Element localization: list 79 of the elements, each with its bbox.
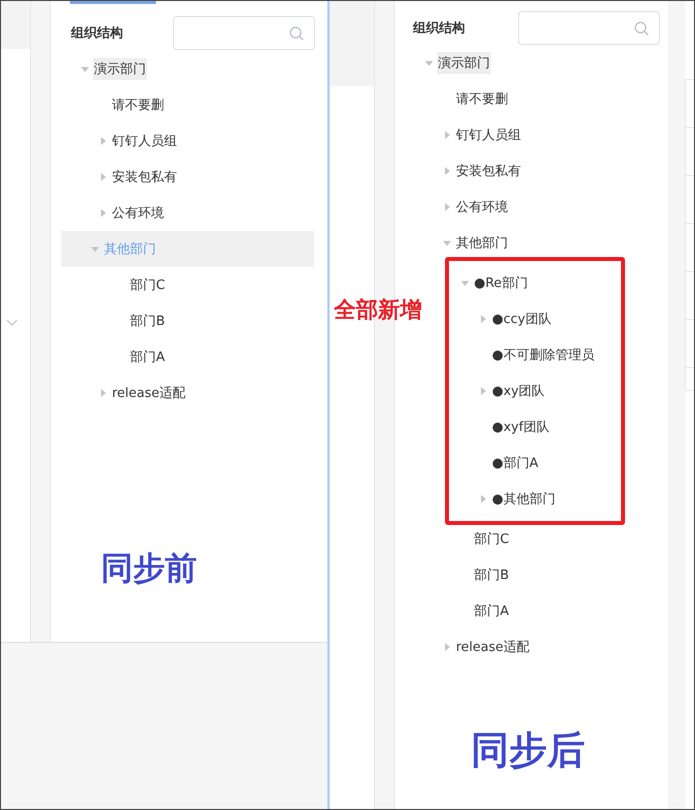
tree-node-label: 部门A bbox=[129, 349, 166, 367]
tree-node-label: 公有环境 bbox=[455, 199, 509, 217]
tree-row[interactable]: 请不要删 bbox=[395, 81, 668, 117]
tree-node-label: 钉钉人员组 bbox=[455, 127, 522, 145]
tree-row[interactable]: 部门C bbox=[51, 267, 327, 303]
tree-row[interactable]: 部门B bbox=[395, 557, 668, 593]
tree-node-label: 演示部门 bbox=[437, 52, 491, 74]
tree-row[interactable]: 部门A bbox=[395, 593, 668, 629]
caret-right-icon[interactable] bbox=[99, 137, 107, 145]
caret-right-icon[interactable] bbox=[443, 643, 451, 651]
caret-right-icon[interactable] bbox=[443, 203, 451, 211]
tree-node-label: 其他部门 bbox=[103, 241, 157, 259]
chevron-down-icon[interactable] bbox=[6, 319, 18, 326]
tree-node-label: 部门B bbox=[473, 567, 510, 585]
panel-title: 组织结构 bbox=[71, 25, 123, 42]
caret-down-icon[interactable] bbox=[461, 279, 469, 287]
tree-row[interactable]: ●xy团队 bbox=[449, 373, 621, 409]
tree-row[interactable]: 部门C bbox=[395, 521, 668, 557]
caret-down-icon[interactable] bbox=[443, 239, 451, 247]
tree-row[interactable]: ●部门A bbox=[449, 445, 621, 481]
search-icon bbox=[289, 26, 304, 40]
tree-node-label: 请不要删 bbox=[111, 97, 165, 115]
caret-down-icon[interactable] bbox=[81, 65, 89, 73]
tree-node-label: 安装包私有 bbox=[111, 169, 178, 187]
tree-node-label: 安装包私有 bbox=[455, 163, 522, 181]
tree-node-label: 部门C bbox=[129, 277, 166, 295]
tree-row[interactable]: ●其他部门 bbox=[449, 481, 621, 517]
caret-right-icon[interactable] bbox=[443, 131, 451, 139]
caret-down-icon[interactable] bbox=[91, 245, 99, 253]
tree-node-label: ●部门A bbox=[491, 455, 540, 473]
search-icon bbox=[634, 20, 649, 36]
tree-row[interactable]: 钉钉人员组 bbox=[395, 117, 668, 153]
tree-row[interactable]: 公有环境 bbox=[51, 195, 327, 231]
tree-node-label: ●xy团队 bbox=[491, 383, 546, 401]
panel-title: 组织结构 bbox=[413, 20, 465, 37]
tree-row[interactable]: ●不可删除管理员 bbox=[449, 337, 621, 373]
tree-row[interactable]: release适配 bbox=[51, 375, 327, 411]
tree-row[interactable]: 演示部门 bbox=[395, 45, 668, 81]
search-field[interactable] bbox=[173, 16, 315, 50]
tree-node-label: 钉钉人员组 bbox=[111, 133, 178, 151]
tree-row[interactable]: 安装包私有 bbox=[395, 153, 668, 189]
tree-node-label: 部门C bbox=[473, 531, 510, 549]
tree-row[interactable]: 演示部门 bbox=[51, 51, 327, 87]
caret-right-icon[interactable] bbox=[443, 167, 451, 175]
search-field[interactable] bbox=[518, 11, 660, 45]
tree-node-label: 请不要删 bbox=[455, 91, 509, 109]
caption-label: 同步后 bbox=[471, 727, 586, 774]
tree-row[interactable]: 公有环境 bbox=[395, 189, 668, 225]
tree-node-label: ●xyf团队 bbox=[491, 419, 550, 437]
tree-row[interactable]: ●xyf团队 bbox=[449, 409, 621, 445]
caption-label: 同步前 bbox=[101, 548, 198, 589]
tree-node-label: ●Re部门 bbox=[473, 275, 529, 293]
tree-row[interactable]: 请不要删 bbox=[51, 87, 327, 123]
tree-row[interactable]: ●Re部门 bbox=[449, 265, 621, 301]
caret-right-icon[interactable] bbox=[99, 209, 107, 217]
tree-row[interactable]: 部门B bbox=[51, 303, 327, 339]
tree-node-label: 部门B bbox=[129, 313, 166, 331]
annotation-label: 全部新增 bbox=[334, 297, 422, 325]
caret-right-icon[interactable] bbox=[479, 387, 487, 395]
tree-row[interactable]: release适配 bbox=[395, 629, 668, 665]
caret-right-icon[interactable] bbox=[99, 389, 107, 397]
tree-row[interactable]: ●ccy团队 bbox=[449, 301, 621, 337]
caret-right-icon[interactable] bbox=[99, 173, 107, 181]
tree-node-label: ●其他部门 bbox=[491, 491, 556, 509]
tree-node-label: release适配 bbox=[111, 385, 186, 403]
tree-node-label: 其他部门 bbox=[455, 235, 509, 253]
tree-node-label: ●ccy团队 bbox=[491, 311, 552, 329]
tree-row[interactable]: 部门A bbox=[51, 339, 327, 375]
caret-right-icon[interactable] bbox=[479, 495, 487, 503]
tree-node-label: 公有环境 bbox=[111, 205, 165, 223]
tree-row[interactable]: 安装包私有 bbox=[51, 159, 327, 195]
tree-node-label: release适配 bbox=[455, 639, 530, 657]
tree-row[interactable]: 钉钉人员组 bbox=[51, 123, 327, 159]
tree-node-label: 演示部门 bbox=[93, 58, 147, 80]
tree-node-label: 部门A bbox=[473, 603, 510, 621]
tree-node-label: ●不可删除管理员 bbox=[491, 347, 596, 365]
caret-down-icon[interactable] bbox=[425, 59, 433, 67]
caret-right-icon[interactable] bbox=[479, 315, 487, 323]
tree-row[interactable]: 其他部门 bbox=[395, 225, 668, 261]
